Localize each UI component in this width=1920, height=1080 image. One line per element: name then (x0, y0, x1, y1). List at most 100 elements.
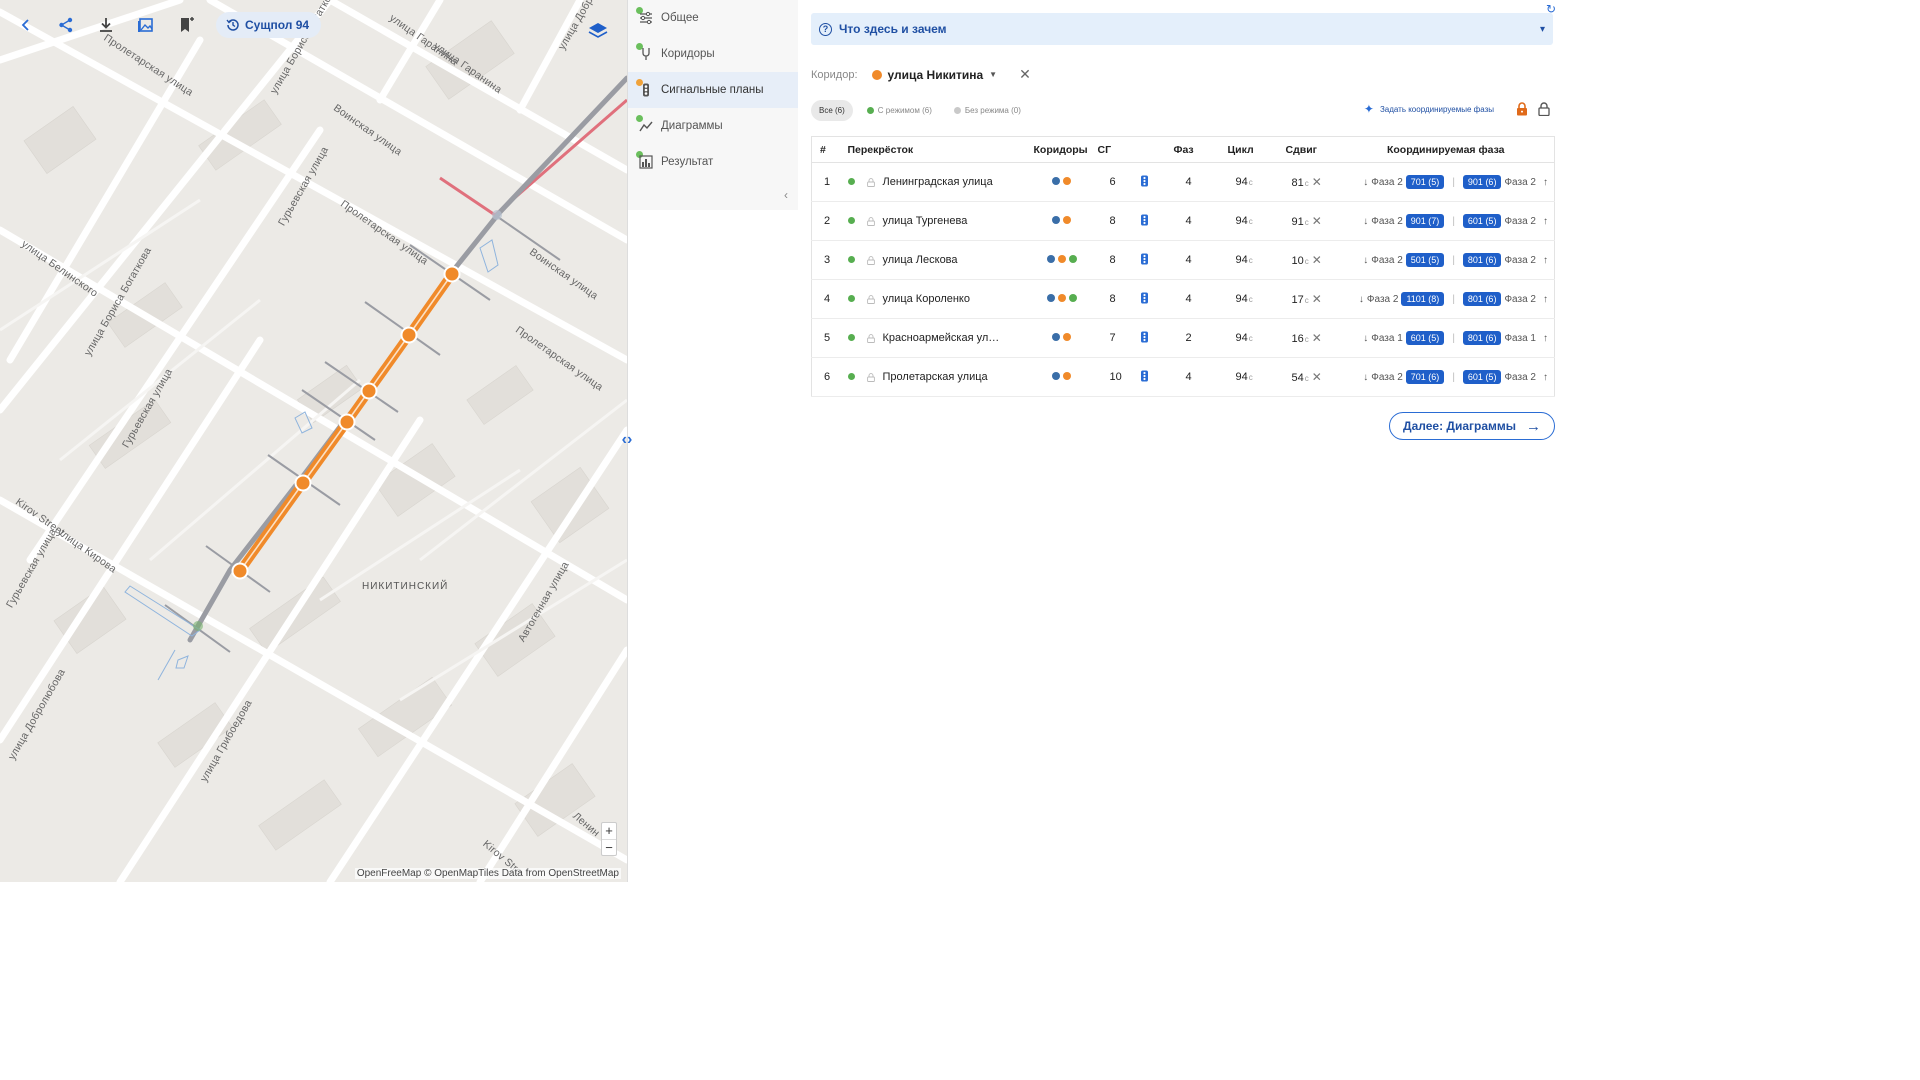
left-phase-badge[interactable]: 901 (7) (1405, 214, 1445, 228)
cycle-value: 94 (1235, 215, 1248, 227)
lock-open-icon[interactable] (866, 177, 875, 187)
left-phase-badge[interactable]: 501 (5) (1405, 253, 1445, 267)
clear-corridor-button[interactable]: ✕ (1019, 66, 1031, 83)
lock-open-icon[interactable] (866, 294, 875, 304)
filter-with-mode[interactable]: С режимом (6) (859, 100, 940, 121)
unlock-icon[interactable] (1538, 102, 1550, 116)
table-row[interactable]: 5 Красноармейская ул… 7 2 94с 16с ✕ ↓ Фаза 1 601 … (811, 318, 1555, 358)
step-general[interactable]: Общее (628, 0, 798, 36)
chevron-left-icon (21, 19, 29, 31)
lock-open-icon[interactable] (866, 216, 875, 226)
shift-value[interactable]: 16 (1292, 333, 1304, 345)
shift-value[interactable]: 10 (1292, 255, 1304, 267)
shift-value[interactable]: 81 (1292, 177, 1304, 189)
intersection-name[interactable]: Пролетарская улица (883, 371, 988, 383)
intersection-name[interactable]: улица Короленко (883, 293, 970, 305)
right-phase-badge[interactable]: 901 (6) (1462, 175, 1502, 189)
corridor-dot (1057, 294, 1066, 302)
traffic-light-icon[interactable] (1140, 253, 1149, 265)
intersection-marker[interactable] (294, 474, 312, 492)
caret-down-icon[interactable]: ▼ (989, 70, 997, 79)
intersection-name[interactable]: улица Тургенева (883, 215, 968, 227)
attribution-link[interactable]: OpenFreeMap (357, 868, 421, 879)
traffic-light-icon[interactable] (1140, 370, 1149, 382)
close-icon[interactable]: ✕ (1312, 253, 1322, 267)
refresh-icon[interactable]: ↻ (1546, 2, 1556, 16)
shift-value[interactable]: 54 (1292, 372, 1304, 384)
map-view[interactable]: Пролетарская улица улица Бориса Богатков… (0, 0, 627, 882)
step-diagrams[interactable]: Диаграммы (628, 108, 798, 144)
attribution-link[interactable]: OpenMapTiles (434, 868, 499, 879)
lock-icon[interactable] (1516, 102, 1528, 116)
left-phase-badge[interactable]: 701 (6) (1405, 370, 1445, 384)
table-row[interactable]: 6 Пролетарская улица 10 4 94с 54с ✕ ↓ Фаза 2 701 … (811, 357, 1555, 397)
splitter-handle[interactable]: ‹ › (614, 430, 640, 450)
intersection-marker[interactable] (360, 382, 378, 400)
table-row[interactable]: 1 Ленинградская улица 6 4 94с 81с ✕ ↓ Фаза 2 701 … (811, 162, 1555, 202)
filter-without-mode[interactable]: Без режима (0) (946, 100, 1029, 121)
lock-open-icon[interactable] (866, 255, 875, 265)
intersection-name[interactable]: улица Лескова (883, 254, 958, 266)
unit: с (1304, 335, 1309, 344)
intersection-name[interactable]: Красноармейская ул… (883, 332, 1000, 344)
help-accordion[interactable]: ? Что здесь и зачем ▾ (811, 13, 1553, 45)
set-coord-phases-link[interactable]: Задать координируемые фазы (1380, 105, 1494, 114)
back-button[interactable] (12, 11, 40, 39)
shift-value[interactable]: 91 (1292, 216, 1304, 228)
close-icon[interactable]: ✕ (1312, 214, 1322, 228)
right-phase-badge[interactable]: 601 (5) (1462, 370, 1502, 384)
download-button[interactable] (92, 11, 120, 39)
intersection-marker[interactable] (443, 265, 461, 283)
next-button-label: Далее: Диаграммы (1403, 419, 1516, 433)
corridor-dots (1052, 372, 1071, 380)
close-icon[interactable]: ✕ (1312, 292, 1322, 306)
left-phase-badge[interactable]: 601 (5) (1405, 331, 1445, 345)
intersection-marker[interactable] (231, 562, 249, 580)
bookmark-button[interactable] (172, 11, 200, 39)
left-phase-badge[interactable]: 1101 (8) (1401, 292, 1445, 306)
attribution-link[interactable]: OpenStreetMap (548, 868, 619, 879)
filter-label: Все (6) (819, 106, 845, 115)
right-phase-label: Фаза 2 (1504, 371, 1536, 383)
left-phase-badge[interactable]: 701 (5) (1405, 175, 1445, 189)
arrow-right-icon: → (1526, 417, 1541, 435)
zoom-out-button[interactable]: − (602, 839, 616, 855)
close-icon[interactable]: ✕ (1312, 175, 1322, 189)
share-button[interactable] (52, 11, 80, 39)
lock-open-icon[interactable] (866, 372, 875, 382)
zoom-in-button[interactable]: + (602, 823, 616, 839)
step-signal-plans[interactable]: Сигнальные планы (628, 72, 798, 108)
traffic-light-icon[interactable] (1140, 214, 1149, 226)
corridor-select[interactable]: улица Никитина (888, 68, 984, 82)
table-row[interactable]: 2 улица Тургенева 8 4 94с 91с ✕ ↓ Фаза 2 901 (7) |… (811, 201, 1555, 241)
version-button[interactable]: Сущпол 94 (216, 12, 322, 38)
intersection-name[interactable]: Ленинградская улица (883, 176, 993, 188)
intersection-marker[interactable] (338, 413, 356, 431)
image-export-button[interactable] (132, 11, 160, 39)
right-phase-badge[interactable]: 801 (6) (1462, 292, 1502, 306)
corridor-dots (1052, 216, 1071, 224)
map-canvas[interactable] (0, 0, 627, 882)
layers-icon[interactable] (587, 20, 609, 42)
table-row[interactable]: 4 улица Короленко 8 4 94с 17с ✕ ↓ Фаза 2 1101 (8)… (811, 279, 1555, 319)
right-phase-badge[interactable]: 801 (6) (1462, 253, 1502, 267)
table-row[interactable]: 3 улица Лескова 8 4 94с 10с ✕ ↓ Фаза 2 501 (5) | 80… (811, 240, 1555, 280)
arrow-up-icon: ↑ (1543, 332, 1548, 344)
close-icon[interactable]: ✕ (1312, 331, 1322, 345)
shift-value[interactable]: 17 (1292, 294, 1304, 306)
lock-open-icon[interactable] (866, 333, 875, 343)
step-result[interactable]: Результат (628, 144, 798, 180)
intersection-marker[interactable] (400, 326, 418, 344)
right-phase-badge[interactable]: 601 (5) (1462, 214, 1502, 228)
traffic-light-icon[interactable] (1140, 175, 1149, 187)
filter-all[interactable]: Все (6) (811, 100, 853, 121)
close-icon[interactable]: ✕ (1312, 370, 1322, 384)
traffic-light-icon[interactable] (1140, 331, 1149, 343)
right-phase-label: Фаза 2 (1504, 293, 1536, 305)
traffic-light-icon[interactable] (1140, 292, 1149, 304)
step-corridors[interactable]: Коридоры (628, 36, 798, 72)
right-phase-badge[interactable]: 801 (6) (1462, 331, 1502, 345)
collapse-steps-button[interactable]: ‹ (784, 188, 788, 202)
col-num: # (811, 136, 844, 163)
next-diagrams-button[interactable]: Далее: Диаграммы → (1389, 412, 1555, 440)
